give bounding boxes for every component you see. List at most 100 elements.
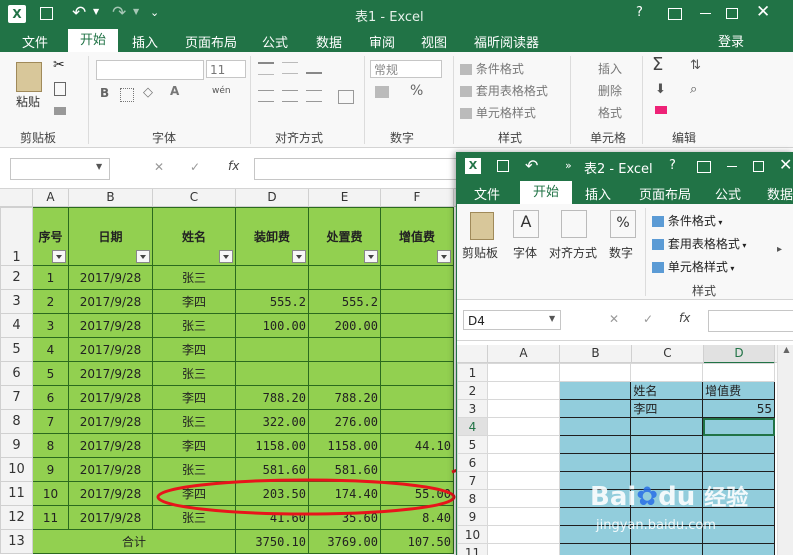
align-button[interactable]: 对齐方式 (549, 244, 597, 261)
table-row: 6 (457, 453, 775, 472)
undo-icon[interactable]: ↶ (525, 156, 538, 175)
table-format-label: 套用表格格式 (667, 237, 740, 251)
watermark-url: jingyan.baidu.com (596, 518, 716, 533)
table-format-icon (652, 239, 664, 250)
cell[interactable] (558, 381, 632, 400)
cell[interactable] (558, 453, 632, 472)
name-box-2[interactable]: D4 (463, 310, 561, 330)
cell[interactable] (486, 435, 560, 454)
cell[interactable] (558, 435, 632, 454)
row-header[interactable]: 10 (457, 525, 488, 544)
select-all-2[interactable] (457, 345, 488, 362)
watermark-site: 经验 (704, 486, 749, 511)
formula-input-2[interactable] (708, 310, 793, 332)
cell-style-label: 单元格样式 (667, 260, 728, 274)
watermark-brand2: du (658, 482, 696, 512)
table-row: 5 (457, 435, 775, 454)
tab-data[interactable]: 数据 (767, 184, 793, 203)
cell[interactable] (486, 453, 560, 472)
font-button[interactable]: 字体 (513, 244, 537, 261)
save-icon[interactable] (497, 160, 509, 172)
ribbon-scroll-icon[interactable]: ▸ (777, 244, 782, 255)
row-header[interactable]: 8 (457, 489, 488, 508)
maximize-icon[interactable] (753, 161, 764, 172)
row-header[interactable]: 4 (457, 417, 488, 436)
row-header[interactable]: 11 (457, 543, 488, 555)
align-icon[interactable] (561, 210, 587, 238)
cell[interactable] (702, 435, 775, 454)
divider (645, 208, 646, 296)
cond-format-icon (652, 216, 664, 227)
dropdown-caret: ▾ (739, 241, 747, 250)
cell[interactable] (702, 363, 775, 382)
col-header-d[interactable]: D (704, 345, 775, 364)
cell[interactable] (486, 525, 560, 544)
ribbon-display-icon[interactable] (697, 161, 711, 173)
formula-bar-2: D4 ▼ ✕ ✓ fx (457, 300, 793, 341)
cell[interactable] (486, 471, 560, 490)
font-icon[interactable]: A (513, 210, 539, 238)
tab-page-layout[interactable]: 页面布局 (639, 184, 691, 203)
baidu-watermark: Bai✿du 经验 jingyan.baidu.com (590, 480, 790, 554)
minimize-icon[interactable] (727, 166, 737, 167)
cond-format-button-2[interactable]: 条件格式 ▾ (652, 212, 722, 229)
ribbon-tabs-2: 文件 开始 插入 页面布局 公式 数据 (457, 180, 793, 204)
cell[interactable] (630, 435, 704, 454)
number-button[interactable]: 数字 (609, 244, 633, 261)
cell[interactable] (630, 453, 704, 472)
cell[interactable] (486, 507, 560, 526)
selected-cell[interactable] (702, 417, 775, 436)
row-header[interactable]: 6 (457, 453, 488, 472)
row-header[interactable]: 3 (457, 399, 488, 418)
cell[interactable] (486, 363, 560, 382)
close-icon[interactable]: ✕ (779, 155, 792, 174)
cell[interactable] (630, 417, 704, 436)
cell[interactable]: 姓名 (630, 381, 704, 400)
enter-icon[interactable]: ✓ (643, 312, 653, 326)
col-header-a[interactable]: A (488, 345, 560, 362)
row-header[interactable]: 7 (457, 471, 488, 490)
table-row: 4 (457, 417, 775, 436)
insert-function-icon[interactable]: fx (679, 311, 690, 325)
cell[interactable] (702, 453, 775, 472)
row-header[interactable]: 5 (457, 435, 488, 454)
name-box-dropdown-icon[interactable]: ▼ (549, 314, 555, 323)
cell[interactable]: 55 (702, 399, 775, 418)
cell-style-button-2[interactable]: 单元格样式 ▾ (652, 258, 734, 275)
cell[interactable] (558, 417, 632, 436)
table-format-button-2[interactable]: 套用表格格式 ▾ (652, 235, 746, 252)
cell[interactable] (558, 363, 632, 382)
cell[interactable] (486, 399, 560, 418)
row-header[interactable]: 1 (457, 363, 488, 382)
cell[interactable] (486, 381, 560, 400)
dropdown-caret: ▾ (715, 218, 723, 227)
tab-insert[interactable]: 插入 (585, 184, 611, 203)
clipboard-button[interactable]: 剪贴板 (462, 244, 498, 261)
styles-group-label-2: 样式 (692, 284, 717, 298)
tab-home[interactable]: 开始 (520, 181, 572, 204)
cell[interactable] (486, 489, 560, 508)
cell[interactable]: 增值费 (702, 381, 775, 400)
help-icon[interactable]: ? (669, 158, 676, 173)
more-commands-icon[interactable]: » (565, 159, 572, 172)
table-row: 1 (457, 363, 775, 382)
tab-formulas[interactable]: 公式 (715, 184, 741, 203)
scroll-up-icon[interactable]: ▲ (778, 345, 793, 354)
cell[interactable] (630, 363, 704, 382)
tab-file[interactable]: 文件 (474, 184, 500, 203)
table-row: 3 李四 55 (457, 399, 775, 418)
cell[interactable] (486, 417, 560, 436)
row-header[interactable]: 2 (457, 381, 488, 400)
col-header-b[interactable]: B (560, 345, 632, 362)
percent-icon[interactable]: % (610, 210, 636, 238)
cancel-icon[interactable]: ✕ (609, 312, 619, 326)
cell[interactable] (486, 543, 560, 555)
cell[interactable] (558, 399, 632, 418)
watermark-brand: Bai (590, 482, 637, 512)
paste-icon[interactable] (470, 212, 494, 240)
row-header[interactable]: 9 (457, 507, 488, 526)
col-header-c[interactable]: C (632, 345, 704, 362)
window-title-2: 表2 - Excel (584, 162, 653, 177)
cell[interactable]: 李四 (630, 399, 704, 418)
paw-icon: ✿ (636, 482, 659, 512)
